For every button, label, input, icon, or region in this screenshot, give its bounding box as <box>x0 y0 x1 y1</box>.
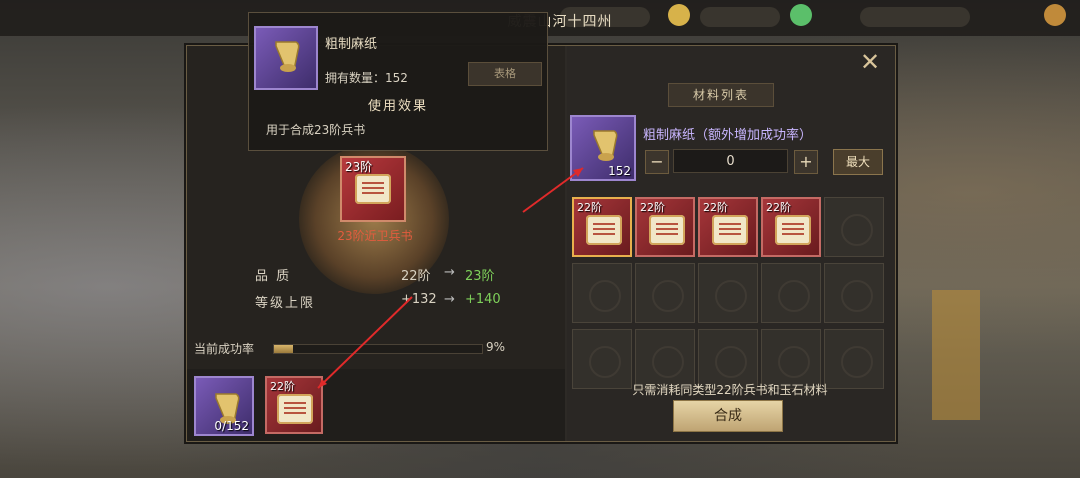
success-rate-fill <box>274 345 293 353</box>
tooltip-item-name: 粗制麻纸 <box>325 37 378 52</box>
book-cell-tier: 22阶 <box>640 201 665 214</box>
side-decoration <box>932 290 980 420</box>
empty-slot-icon <box>589 280 621 312</box>
stat-from: +132 <box>401 292 437 307</box>
empty-cell[interactable] <box>572 263 632 323</box>
war-book-icon <box>712 215 748 245</box>
empty-cell[interactable] <box>824 197 884 257</box>
empty-slot-icon <box>841 214 873 246</box>
empty-cell[interactable] <box>572 329 632 389</box>
result-book-name: 23阶近卫兵书 <box>337 229 413 243</box>
arrow-right-icon: → <box>444 292 455 307</box>
war-book-icon <box>649 215 685 245</box>
material-count: 152 <box>608 164 631 178</box>
war-book-icon <box>775 215 811 245</box>
book-cell[interactable]: 22阶 <box>572 197 632 257</box>
empty-slot-icon <box>841 280 873 312</box>
book-cell-tier: 22阶 <box>703 201 728 214</box>
paper-input-count: 0/152 <box>214 419 249 433</box>
max-button[interactable]: 最大 <box>833 149 883 175</box>
close-icon[interactable]: ✕ <box>854 49 886 75</box>
stat-label: 等级上限 <box>255 296 316 311</box>
book-cell[interactable]: 22阶 <box>698 197 758 257</box>
material-list-tab: 材料列表 <box>668 83 774 107</box>
paper-scroll-icon <box>593 130 618 161</box>
tooltip-item-icon <box>254 26 318 90</box>
empty-cell[interactable] <box>635 263 695 323</box>
success-rate-label: 当前成功率 <box>194 342 255 356</box>
book-cell-tier: 22阶 <box>577 201 602 214</box>
book-cell[interactable]: 22阶 <box>761 197 821 257</box>
stat-label: 品 质 <box>255 269 292 284</box>
stats-table: 品 质 22阶 → 23阶 等级上限 +132 → +140 <box>255 262 515 316</box>
empty-cell[interactable] <box>824 329 884 389</box>
material-name: 粗制麻纸（额外增加成功率） <box>643 128 813 143</box>
decrease-button[interactable]: − <box>645 150 669 174</box>
resource-pill <box>860 7 970 27</box>
result-book-tier: 23阶 <box>345 160 373 174</box>
paper-input-slot[interactable]: 0/152 <box>194 376 254 436</box>
empty-cell[interactable] <box>761 329 821 389</box>
war-book-icon <box>355 174 391 204</box>
book-cell[interactable]: 22阶 <box>635 197 695 257</box>
empty-slot-icon <box>841 346 873 378</box>
empty-cell[interactable] <box>698 329 758 389</box>
empty-cell[interactable] <box>824 263 884 323</box>
empty-cell[interactable] <box>635 329 695 389</box>
result-book[interactable]: 23阶 <box>340 156 406 222</box>
stat-row-quality: 品 质 22阶 → 23阶 <box>255 262 515 289</box>
material-slot[interactable]: 152 <box>570 115 636 181</box>
arrow-right-icon: → <box>444 265 455 280</box>
war-book-icon <box>277 394 313 424</box>
increase-button[interactable]: + <box>794 150 818 174</box>
empty-slot-icon <box>715 346 747 378</box>
empty-cell[interactable] <box>698 263 758 323</box>
tooltip-section-title: 使用效果 <box>367 99 428 114</box>
jade-icon <box>790 4 812 26</box>
stat-to: 23阶 <box>465 269 495 284</box>
empty-slot-icon <box>778 346 810 378</box>
craft-button[interactable]: 合成 <box>673 400 783 432</box>
empty-slot-icon <box>715 280 747 312</box>
stat-row-level-cap: 等级上限 +132 → +140 <box>255 289 515 316</box>
stat-from: 22阶 <box>401 269 431 284</box>
material-grid: 22阶 22阶 22阶 22阶 <box>572 197 888 389</box>
tooltip-tab: 表格 <box>468 62 542 86</box>
empty-cell[interactable] <box>761 263 821 323</box>
book-input-tier: 22阶 <box>270 380 295 393</box>
stat-to: +140 <box>465 292 501 307</box>
book-cell-tier: 22阶 <box>766 201 791 214</box>
book-input-slot[interactable]: 22阶 <box>265 376 323 434</box>
empty-slot-icon <box>652 280 684 312</box>
quantity-input[interactable]: 0 <box>673 149 788 173</box>
empty-slot-icon <box>652 346 684 378</box>
crafting-note: 只需消耗同类型22阶兵书和玉石材料 <box>632 383 828 397</box>
success-rate-bar <box>273 344 483 354</box>
empty-slot-icon <box>778 280 810 312</box>
war-book-icon <box>586 215 622 245</box>
coin-icon <box>1044 4 1066 26</box>
paper-scroll-icon <box>275 41 300 72</box>
success-rate-value: 9% <box>486 340 506 354</box>
tooltip-owned-count: 拥有数量：152 <box>325 71 408 85</box>
empty-slot-icon <box>589 346 621 378</box>
tooltip-effect-text: 用于合成23阶兵书 <box>266 123 366 137</box>
